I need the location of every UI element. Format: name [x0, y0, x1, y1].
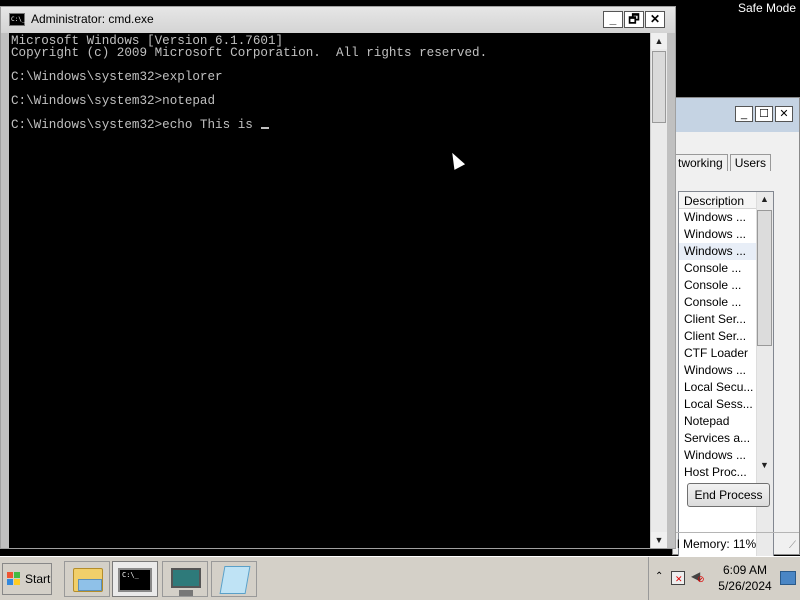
command-prompt-icon: C:\_ [118, 568, 152, 592]
taskbar-item-notepad[interactable] [211, 561, 257, 597]
start-label: Start [25, 572, 51, 586]
clock[interactable]: 6:09 AM 5/26/2024 [715, 562, 775, 594]
taskbar-item-task-manager[interactable] [162, 561, 208, 597]
console-line: C:\Windows\system32>explorer [11, 70, 223, 84]
console-line: Copyright (c) 2009 Microsoft Corporation… [11, 46, 488, 60]
cmd-window[interactable]: C:\_ Administrator: cmd.exe _ 🗗 ✕ Micros… [0, 6, 676, 549]
show-desktop-icon[interactable] [780, 571, 796, 585]
close-button[interactable]: ✕ [775, 106, 793, 122]
taskbar-item-cmd[interactable]: C:\_ [112, 561, 158, 597]
memory-status: l Memory: 11% [673, 532, 799, 554]
resize-grip-icon[interactable]: ⟋ [789, 540, 796, 551]
task-manager-icon [171, 568, 201, 596]
process-list[interactable]: Description Windows ... Windows ... Window… [678, 191, 774, 575]
close-button[interactable]: ✕ [645, 11, 665, 28]
scroll-down-icon[interactable]: ▼ [651, 532, 667, 548]
end-process-button[interactable]: End Process [687, 483, 770, 507]
task-manager-tabs: tworking Users [673, 154, 773, 171]
scroll-up-icon[interactable]: ▲ [651, 33, 667, 49]
console-scrollbar[interactable]: ▲ ▼ [650, 33, 667, 548]
notepad-icon [219, 566, 251, 594]
system-tray: ⌃ 6:09 AM 5/26/2024 [648, 557, 800, 600]
speaker-muted-icon[interactable] [691, 569, 705, 585]
safe-mode-label: Safe Mode [737, 1, 796, 15]
tab-users[interactable]: Users [729, 154, 772, 171]
show-hidden-icons-icon[interactable]: ⌃ [655, 571, 663, 582]
window-title: Administrator: cmd.exe [31, 12, 154, 26]
maximize-button[interactable]: ☐ [755, 106, 773, 122]
taskbar: Start C:\_ ⌃ 6:09 AM 5/26/2024 [0, 556, 800, 600]
tab-networking[interactable]: tworking [673, 154, 728, 171]
console-line: C:\Windows\system32>echo This is [11, 119, 648, 131]
text-cursor [261, 127, 270, 129]
scroll-up-icon[interactable]: ▲ [757, 192, 772, 207]
console-output[interactable]: Microsoft Windows [Version 6.1.7601] Copy… [9, 33, 650, 548]
cmd-icon[interactable]: C:\_ [9, 13, 25, 26]
task-manager-window[interactable]: _ ☐ ✕ tworking Users Description Windows… [672, 97, 800, 575]
start-button[interactable]: Start [2, 563, 52, 595]
windows-logo-icon [7, 572, 21, 586]
clock-date: 5/26/2024 [718, 579, 772, 593]
process-list-scrollbar[interactable]: ▲ ▼ [756, 192, 773, 574]
scroll-down-icon[interactable]: ▼ [757, 458, 772, 473]
action-center-warning-icon[interactable] [671, 571, 685, 585]
taskbar-item-explorer[interactable] [64, 561, 110, 597]
restore-button[interactable]: 🗗 [624, 11, 644, 28]
folder-icon [73, 568, 103, 592]
task-manager-titlebar[interactable]: _ ☐ ✕ [673, 98, 799, 132]
scroll-thumb[interactable] [652, 51, 666, 123]
scroll-thumb[interactable] [757, 210, 772, 346]
cmd-titlebar[interactable]: C:\_ Administrator: cmd.exe _ 🗗 ✕ [1, 7, 675, 33]
clock-time: 6:09 AM [722, 563, 768, 577]
console-line: C:\Windows\system32>notepad [11, 94, 216, 108]
minimize-button[interactable]: _ [735, 106, 753, 122]
minimize-button[interactable]: _ [603, 11, 623, 28]
